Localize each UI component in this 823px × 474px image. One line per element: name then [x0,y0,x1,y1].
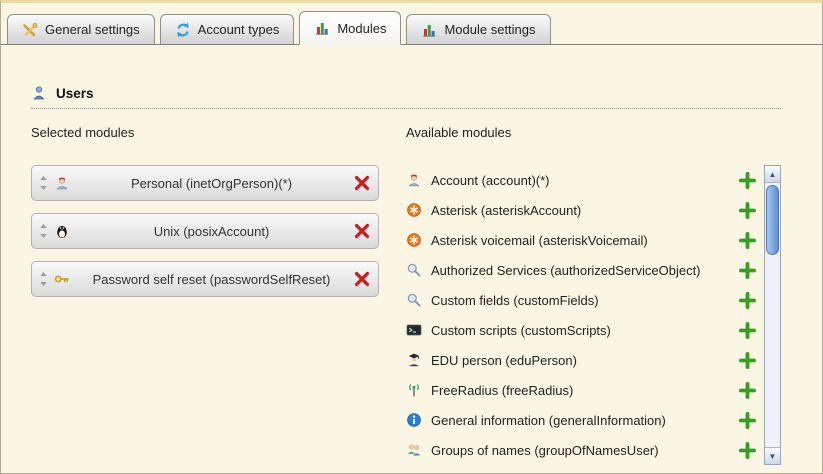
tab-label: General settings [45,22,140,37]
available-module-row: Groups of names (groupOfNamesUser) [406,435,760,465]
scrollbar[interactable]: ▲ ▼ [764,165,781,465]
add-module-button[interactable] [739,382,756,399]
key-icon [54,271,70,287]
available-module-row: General information (generalInformation) [406,405,760,435]
remove-module-button[interactable] [353,222,371,240]
info-icon [406,412,422,428]
magnifier-icon [406,262,422,278]
content-area: Users Selected modules [1,85,822,465]
available-module-row: EDU person (eduPerson) [406,345,760,375]
scrollbar-track[interactable] [765,183,780,447]
available-module-label: Asterisk (asteriskAccount) [431,203,730,218]
tab-label: Account types [198,22,280,37]
tab-label: Module settings [444,22,535,37]
person-icon [54,175,70,191]
available-modules-column: Available modules Account (acc [406,125,781,465]
available-module-row: Authorized Services (authorizedServiceOb… [406,255,760,285]
add-module-button[interactable] [739,232,756,249]
lam-configuration-page: General settings Account types [0,0,823,474]
add-module-button[interactable] [739,352,756,369]
bar-chart-icon [314,20,330,36]
asterisk-icon [406,202,422,218]
selected-module-label: Unix (posixAccount) [76,224,347,239]
selected-modules-column: Selected modules Personal (inetOrgPerson… [31,125,406,465]
drag-handle-icon[interactable] [39,175,48,191]
magnifier-icon [406,292,422,308]
add-module-button[interactable] [739,322,756,339]
tab-modules[interactable]: Modules [299,11,401,45]
tab-label: Modules [337,21,386,36]
available-module-row: Custom scripts (customScripts) [406,315,760,345]
add-module-button[interactable] [739,202,756,219]
available-module-row: FreeRadius (freeRadius) [406,375,760,405]
drag-handle-icon[interactable] [39,271,48,287]
selected-module-label: Personal (inetOrgPerson)(*) [76,176,347,191]
asterisk-icon [406,232,422,248]
person-icon [406,172,422,188]
selected-module-row[interactable]: Unix (posixAccount) [31,213,379,249]
drag-handle-icon[interactable] [39,223,48,239]
add-module-button[interactable] [739,442,756,459]
scroll-up-button[interactable]: ▲ [765,166,780,183]
terminal-icon [406,322,422,338]
available-module-row: Account (account)(*) [406,165,760,195]
selected-module-row[interactable]: Personal (inetOrgPerson)(*) [31,165,379,201]
scrollbar-thumb[interactable] [766,185,779,255]
add-module-button[interactable] [739,292,756,309]
available-module-label: Authorized Services (authorizedServiceOb… [431,263,730,278]
available-module-label: EDU person (eduPerson) [431,353,730,368]
available-module-label: Asterisk voicemail (asteriskVoicemail) [431,233,730,248]
remove-module-button[interactable] [353,174,371,192]
section-title: Users [56,86,94,101]
scroll-down-button[interactable]: ▼ [765,447,780,464]
available-module-row: Asterisk (asteriskAccount) [406,195,760,225]
available-module-label: FreeRadius (freeRadius) [431,383,730,398]
penguin-icon [54,223,70,239]
tab-module-settings[interactable]: Module settings [406,14,550,44]
tab-general-settings[interactable]: General settings [7,14,155,44]
available-module-row: Custom fields (customFields) [406,285,760,315]
user-icon [31,85,47,101]
available-module-label: Groups of names (groupOfNamesUser) [431,443,730,458]
sync-arrows-icon [175,22,191,38]
selected-module-row[interactable]: Password self reset (passwordSelfReset) [31,261,379,297]
tab-account-types[interactable]: Account types [160,14,295,44]
add-module-button[interactable] [739,172,756,189]
group-icon [406,442,422,458]
remove-module-button[interactable] [353,270,371,288]
available-module-label: General information (generalInformation) [431,413,730,428]
available-modules-heading: Available modules [406,125,781,140]
available-modules-list: Account (account)(*) [406,165,760,465]
available-module-label: Custom scripts (customScripts) [431,323,730,338]
available-module-label: Account (account)(*) [431,173,730,188]
graduate-icon [406,352,422,368]
antenna-icon [406,382,422,398]
add-module-button[interactable] [739,412,756,429]
available-module-row: Asterisk voicemail (asteriskVoicemail) [406,225,760,255]
selected-module-label: Password self reset (passwordSelfReset) [76,272,347,287]
section-header: Users [31,85,781,109]
tab-bar: General settings Account types [1,3,822,45]
available-module-label: Custom fields (customFields) [431,293,730,308]
module-columns: Selected modules Personal (inetOrgPerson… [31,125,781,465]
bar-chart-icon [421,22,437,38]
add-module-button[interactable] [739,262,756,279]
selected-modules-heading: Selected modules [31,125,406,140]
tools-icon [22,22,38,38]
